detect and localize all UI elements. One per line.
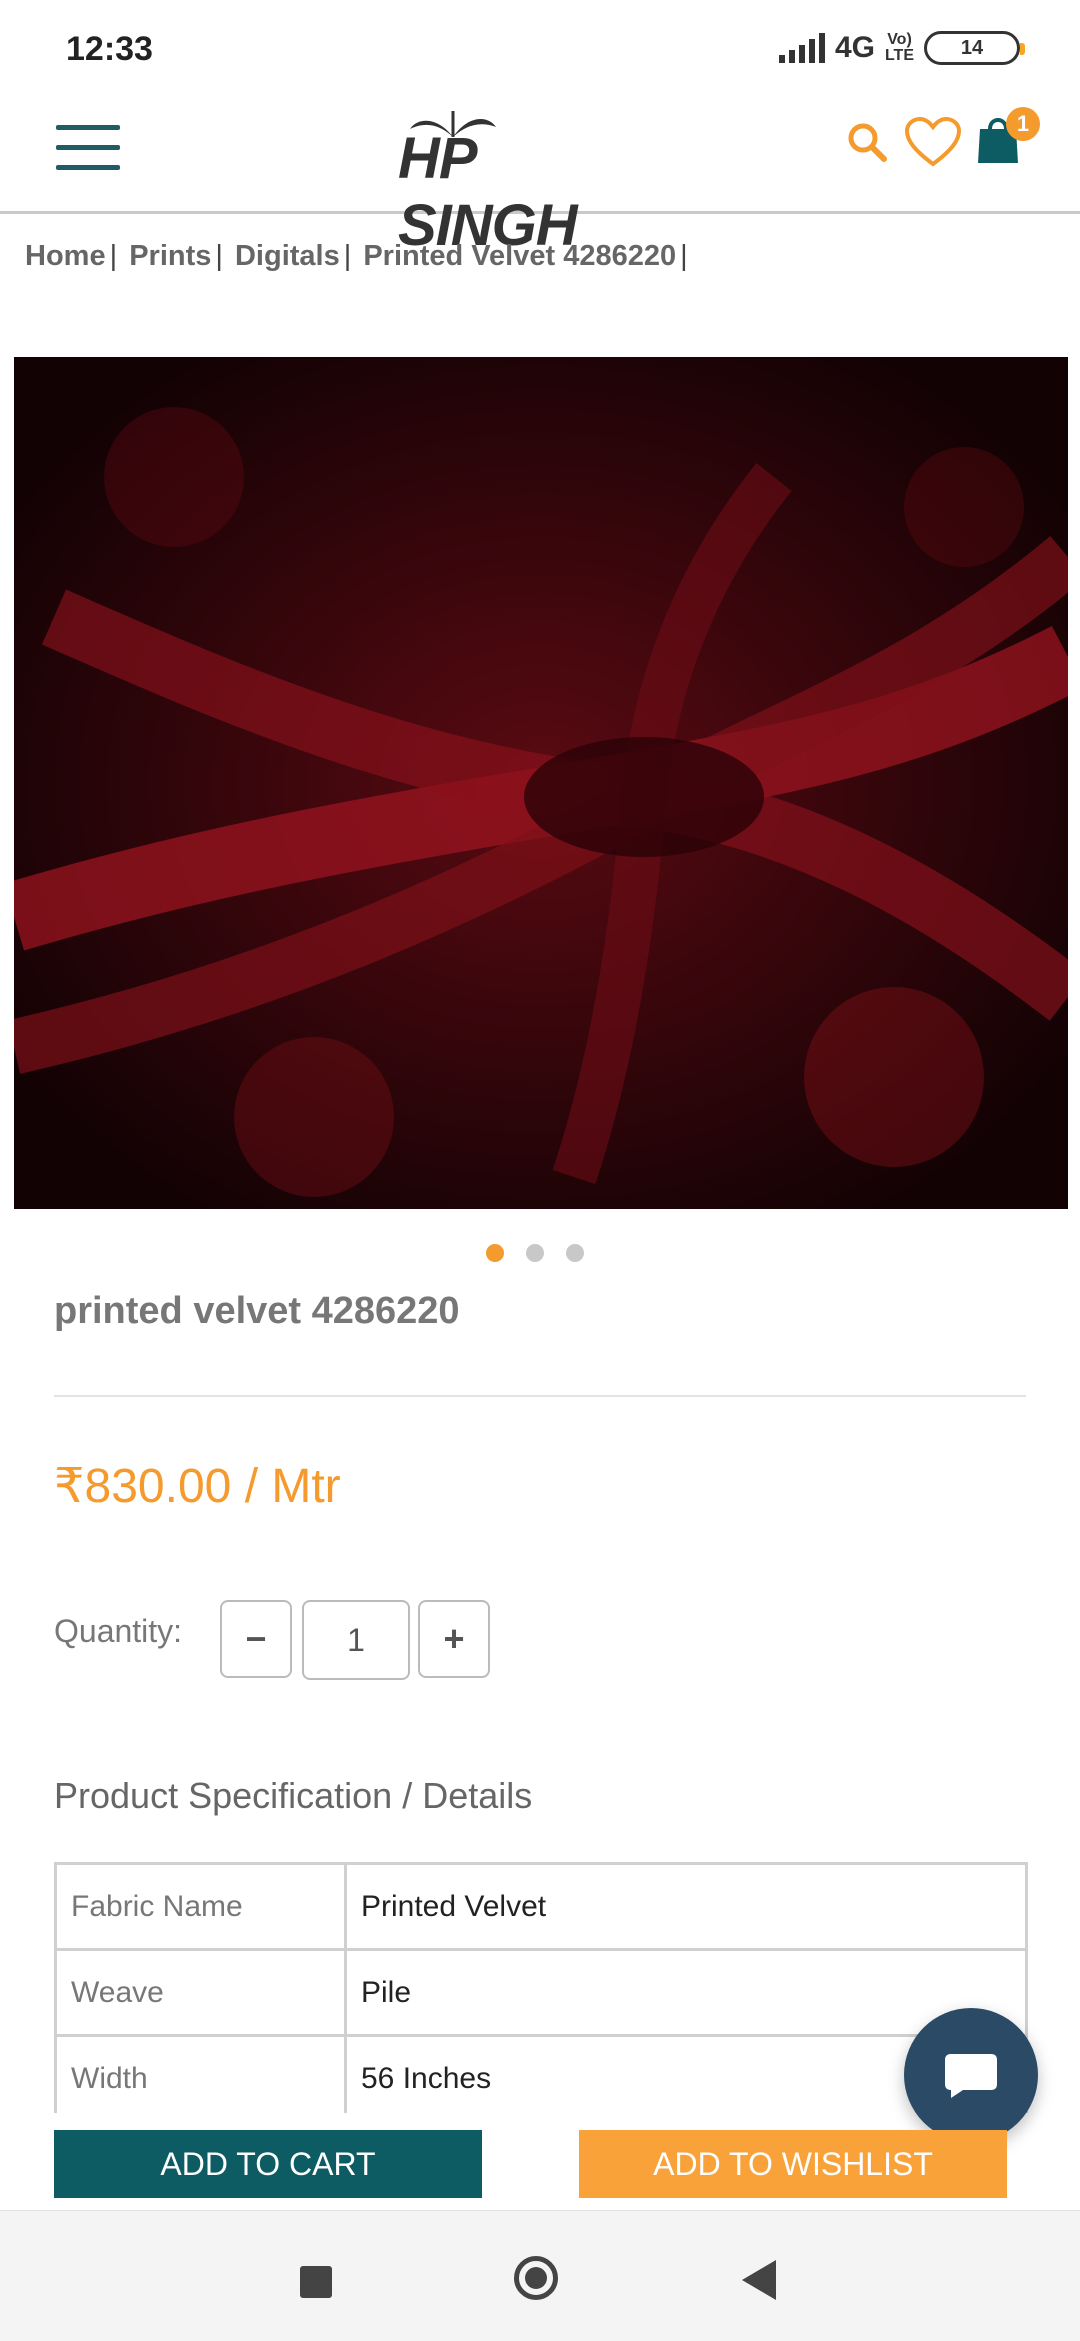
- spec-key: Weave: [54, 1948, 347, 2037]
- chat-icon: [945, 2054, 997, 2098]
- spec-table-viewport: Fabric Name Printed Velvet Weave Pile Wi…: [0, 0, 1080, 2113]
- recents-icon[interactable]: [300, 2266, 332, 2298]
- spec-value: Printed Velvet: [344, 1862, 1028, 1951]
- add-to-wishlist-button[interactable]: ADD TO WISHLIST: [579, 2130, 1007, 2198]
- add-to-cart-button[interactable]: ADD TO CART: [54, 2130, 482, 2198]
- spec-key: Width: [54, 2034, 347, 2113]
- table-row: Width 56 Inches: [54, 2034, 1028, 2113]
- spec-value: Pile: [344, 1948, 1028, 2037]
- system-nav-bar: [0, 2210, 1080, 2341]
- chat-button[interactable]: [904, 2008, 1038, 2142]
- home-icon[interactable]: [514, 2256, 558, 2300]
- table-row: Fabric Name Printed Velvet: [54, 1862, 1028, 1951]
- table-row: Weave Pile: [54, 1948, 1028, 2037]
- back-icon[interactable]: [742, 2260, 776, 2300]
- spec-key: Fabric Name: [54, 1862, 347, 1951]
- spec-table: Fabric Name Printed Velvet Weave Pile Wi…: [54, 1862, 1028, 2113]
